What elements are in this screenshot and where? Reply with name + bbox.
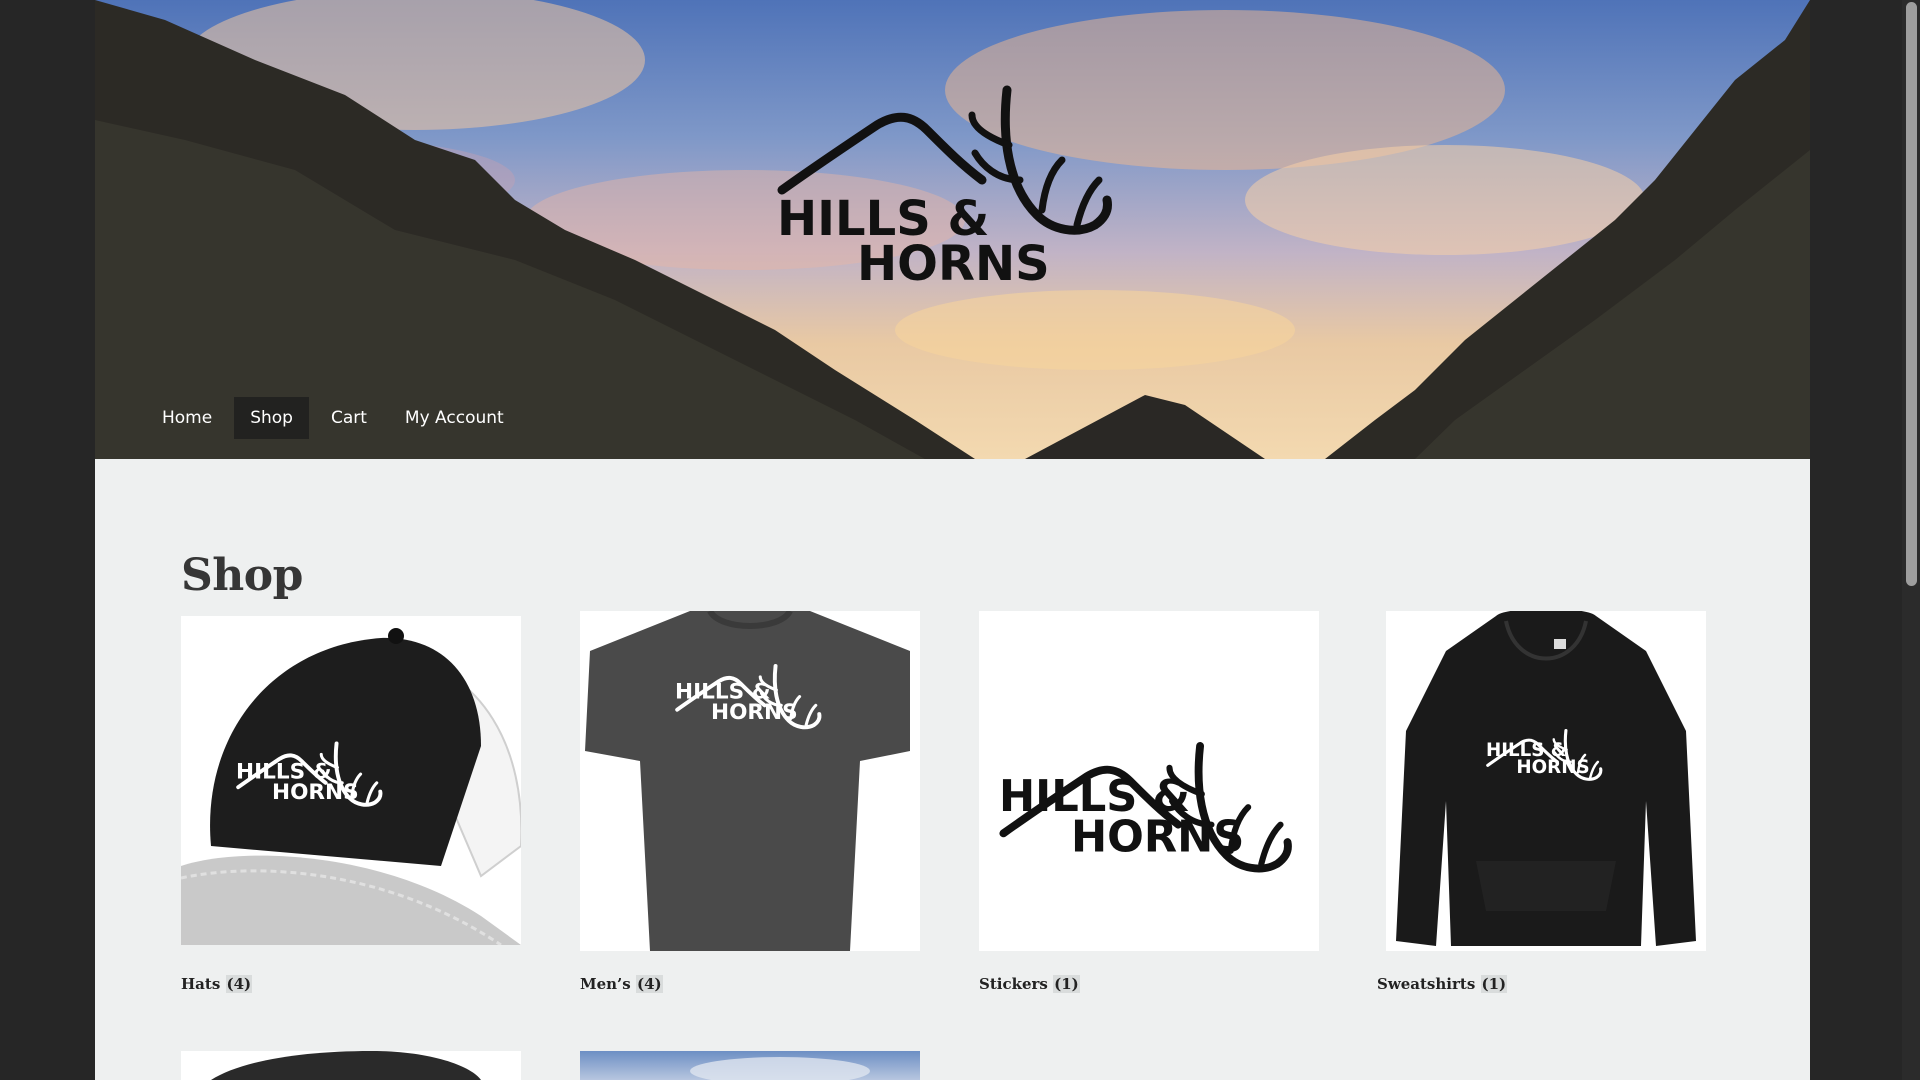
logo-line2: HORNS [857,236,1050,285]
svg-text:HORNS: HORNS [272,780,359,805]
category-count: (1) [1053,975,1080,993]
site-container: HILLS & HORNS Home Shop Cart My Account … [95,0,1810,1080]
nav-cart[interactable]: Cart [315,397,383,439]
category-caption-hats[interactable]: Hats (4) [181,975,253,993]
category-count: (4) [635,975,663,993]
category-card-partial-1[interactable] [181,1051,521,1080]
site-logo[interactable]: HILLS & HORNS [777,85,1127,292]
category-name: Hats [181,975,221,993]
scrollbar-thumb[interactable] [1906,2,1917,586]
site-header: HILLS & HORNS Home Shop Cart My Account [95,0,1810,459]
category-image-hats[interactable]: HILLS & HORNS [181,616,521,945]
category-image-stickers[interactable]: HILLS & HORNS [979,611,1319,951]
category-name: Men’s [580,975,631,993]
category-caption-mens[interactable]: Men’s (4) [580,975,663,993]
nav-shop[interactable]: Shop [234,397,309,439]
category-card-partial-2[interactable] [580,1051,920,1080]
nav-home[interactable]: Home [146,397,228,439]
main-navigation: Home Shop Cart My Account [146,397,526,439]
category-image-sweatshirts[interactable]: HILLS & HORNS [1386,611,1706,951]
svg-text:HORNS: HORNS [1516,757,1589,778]
category-count: (1) [1480,975,1508,993]
nav-my-account[interactable]: My Account [389,397,520,439]
category-image-mens[interactable]: HILLS & HORNS [580,611,920,951]
category-name: Stickers [979,975,1048,993]
category-caption-sweatshirts[interactable]: Sweatshirts (1) [1377,975,1508,993]
page-title: Shop [181,550,303,601]
category-caption-stickers[interactable]: Stickers (1) [979,975,1080,993]
category-count: (4) [225,975,253,993]
page-scrollbar[interactable] [1902,0,1920,1080]
category-name: Sweatshirts [1377,975,1476,993]
svg-text:HORNS: HORNS [711,700,798,725]
svg-text:HORNS: HORNS [1071,813,1244,863]
